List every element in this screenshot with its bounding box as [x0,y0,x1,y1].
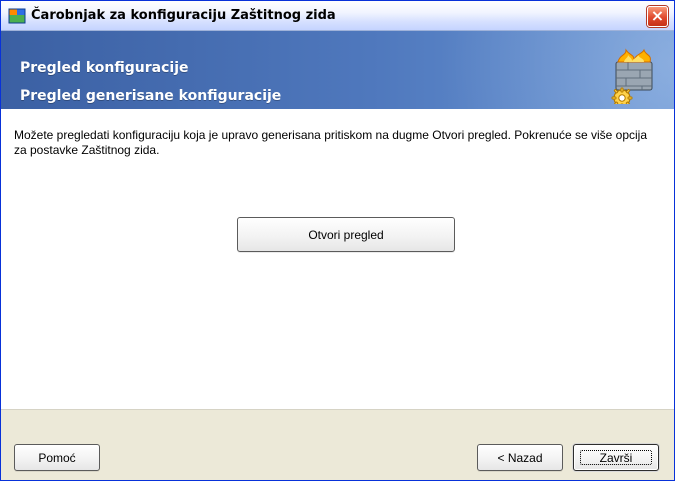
back-button[interactable]: < Nazad [477,444,563,471]
help-button[interactable]: Pomoć [14,444,100,471]
open-preview-label: Otvori pregled [308,227,384,242]
firewall-gear-icon [611,48,653,104]
finish-button[interactable]: Završi [573,444,659,471]
help-label: Pomoć [38,450,76,465]
firewall-wizard-icon [8,8,26,24]
wizard-footer: Pomoć < Nazad Završi [1,411,674,480]
window-title: Čarobnjak za konfiguraciju Zaštitnog zid… [31,8,336,23]
firewall-wizard-window: Čarobnjak za konfiguraciju Zaštitnog zid… [0,0,675,481]
close-button[interactable]: × [647,6,668,27]
wizard-header: Pregled konfiguracije Pregled generisane… [1,31,674,110]
finish-label: Završi [599,450,633,465]
title-bar: Čarobnjak za konfiguraciju Zaštitnog zid… [1,1,674,31]
content-area: Možete pregledati konfiguraciju koja je … [1,110,674,410]
close-icon: × [650,5,665,25]
open-preview-button[interactable]: Otvori pregled [237,217,455,252]
back-label: < Nazad [497,450,543,465]
description-text: Možete pregledati konfiguraciju koja je … [14,128,648,157]
header-title: Pregled konfiguracije [20,60,189,76]
header-subtitle: Pregled generisane konfiguracije [20,88,282,104]
